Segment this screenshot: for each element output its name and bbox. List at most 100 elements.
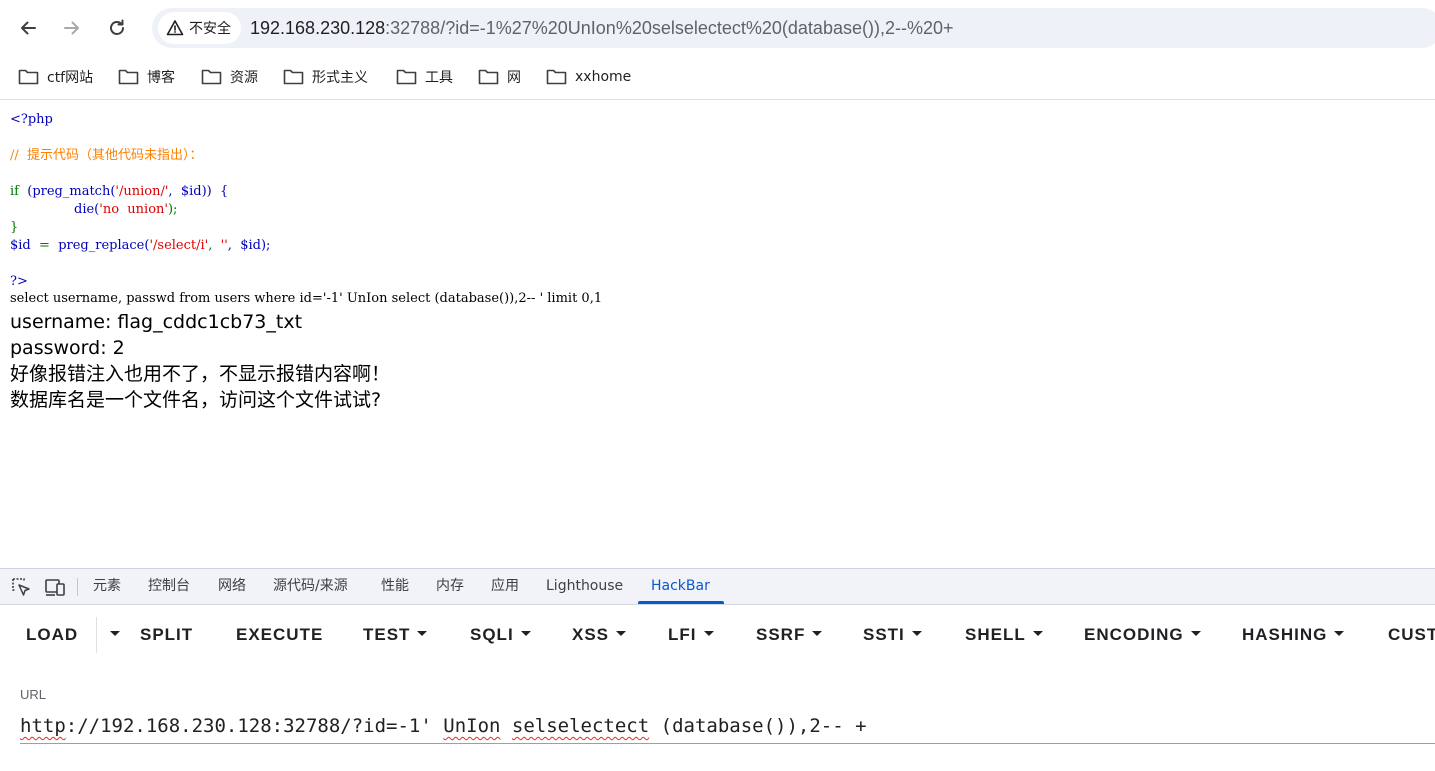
- forward-button[interactable]: [54, 10, 90, 46]
- bookmark-label: 工具: [425, 70, 453, 86]
- browser-toolbar: 不安全 192.168.230.128:32788/?id=-1%27%20Un…: [0, 0, 1435, 56]
- url-text[interactable]: 192.168.230.128:32788/?id=-1%27%20UnIon%…: [250, 17, 954, 39]
- caret-down-icon: [1032, 631, 1043, 637]
- code-replace-pattern: '/select/i': [149, 238, 209, 253]
- url-field-value: http://192.168.230.128:32788/?id=-1' UnI…: [20, 713, 867, 739]
- caret-down-icon: [703, 631, 714, 637]
- code-comment: // 提示代码（其他代码未指出）：: [10, 148, 203, 163]
- folder-icon: [201, 69, 222, 85]
- custom-menu[interactable]: CUST: [1388, 623, 1435, 647]
- hashing-label: HASHING: [1242, 625, 1328, 644]
- back-button[interactable]: [10, 10, 46, 46]
- encoding-label: ENCODING: [1084, 625, 1184, 644]
- ssrf-menu[interactable]: SSRF: [756, 623, 823, 647]
- url-scheme: http: [20, 715, 66, 737]
- ssti-label: SSTI: [863, 625, 905, 644]
- folder-icon: [18, 69, 39, 85]
- code-replace-tail: , $id);: [227, 238, 271, 253]
- tab-network[interactable]: 网络: [218, 569, 246, 604]
- bookmark-label: ctf网站: [47, 70, 94, 86]
- code-if-line: if (preg_match('/union/', $id)) {: [10, 183, 228, 201]
- load-dropdown-button[interactable]: [103, 623, 120, 647]
- split-button[interactable]: SPLIT: [140, 623, 193, 647]
- caret-down-icon: [812, 631, 823, 637]
- warning-icon: [166, 20, 184, 36]
- bookmark-xxhome[interactable]: xxhome: [546, 64, 631, 90]
- hashing-menu[interactable]: HASHING: [1242, 623, 1345, 647]
- security-label: 不安全: [189, 21, 231, 37]
- load-split-divider: [96, 617, 97, 653]
- sqli-label: SQLI: [470, 625, 514, 644]
- code-if-tail: , $id)) {: [168, 184, 229, 199]
- load-button[interactable]: LOAD: [26, 623, 78, 647]
- sql-query: select username, passwd from users where…: [10, 291, 603, 306]
- active-tab-indicator: [638, 601, 724, 604]
- inspect-element-icon[interactable]: [10, 576, 32, 598]
- bookmark-resources[interactable]: 资源: [201, 64, 258, 90]
- tab-elements[interactable]: 元素: [93, 569, 121, 604]
- shell-menu[interactable]: SHELL: [965, 623, 1043, 647]
- caret-down-icon: [1334, 631, 1345, 637]
- code-replace-fn: preg_replace(: [58, 238, 150, 253]
- bookmark-formalism[interactable]: 形式主义: [283, 64, 368, 90]
- code-die-close: );: [167, 202, 178, 217]
- bookmark-label: 博客: [147, 70, 175, 86]
- bookmark-tools[interactable]: 工具: [396, 64, 453, 90]
- url-space: [500, 715, 511, 737]
- code-replace-sep: ,: [208, 238, 221, 253]
- ssrf-label: SSRF: [756, 625, 806, 644]
- code-die-string: 'no union': [99, 202, 168, 217]
- tab-sources[interactable]: 源代码/来源: [273, 569, 348, 604]
- execute-button[interactable]: EXECUTE: [236, 623, 323, 647]
- bookmark-ctf[interactable]: ctf网站: [18, 64, 93, 90]
- url-host-query: ://192.168.230.128:32788/?id=-1': [65, 715, 444, 737]
- xss-menu[interactable]: XSS: [572, 623, 627, 647]
- folder-icon: [478, 69, 499, 85]
- tab-performance[interactable]: 性能: [381, 569, 409, 604]
- caret-down-icon: [417, 631, 428, 637]
- tab-console[interactable]: 控制台: [148, 569, 190, 604]
- device-toolbar-icon[interactable]: [44, 576, 66, 598]
- url-field-label: URL: [20, 687, 47, 702]
- lfi-menu[interactable]: LFI: [668, 623, 714, 647]
- xss-label: XSS: [572, 625, 610, 644]
- caret-down-icon: [1190, 631, 1201, 637]
- encoding-menu[interactable]: ENCODING: [1084, 623, 1201, 647]
- caret-down-icon: [110, 631, 120, 637]
- ssti-menu[interactable]: SSTI: [863, 623, 922, 647]
- tab-lighthouse[interactable]: Lighthouse: [546, 569, 623, 604]
- folder-icon: [118, 69, 139, 85]
- caret-down-icon: [520, 631, 531, 637]
- caret-down-icon: [911, 631, 922, 637]
- security-chip[interactable]: 不安全: [158, 12, 241, 44]
- bookmark-net[interactable]: 网: [478, 64, 521, 90]
- code-replace-empty: '': [220, 238, 228, 253]
- code-assign-line: $id = preg_replace('/select/i', '', $id)…: [10, 237, 270, 255]
- php-close-tag: ?>: [10, 274, 28, 289]
- tab-hackbar[interactable]: HackBar: [651, 569, 710, 604]
- code-assign-eq: =: [30, 238, 59, 253]
- devtools-tab-bar: 元素 控制台 网络 源代码/来源 性能 内存 应用 Lighthouse Hac…: [0, 569, 1435, 605]
- url-textarea[interactable]: http://192.168.230.128:32788/?id=-1' UnI…: [20, 711, 1435, 744]
- reload-icon: [110, 19, 124, 35]
- hint-line-1: 好像报错注入也用不了，不显示报错内容啊！: [10, 363, 391, 385]
- url-host: 192.168.230.128: [250, 18, 386, 38]
- lfi-label: LFI: [668, 625, 697, 644]
- caret-down-icon: [616, 631, 627, 637]
- code-if-pattern: '/union/': [115, 184, 169, 199]
- password-output: password: 2: [10, 337, 125, 359]
- reload-button[interactable]: [99, 10, 135, 46]
- address-bar[interactable]: 不安全 192.168.230.128:32788/?id=-1%27%20Un…: [152, 8, 1435, 48]
- folder-icon: [396, 69, 417, 85]
- test-menu[interactable]: TEST: [363, 623, 428, 647]
- sqli-menu[interactable]: SQLI: [470, 623, 531, 647]
- arrow-right-icon: [64, 21, 79, 35]
- tab-application[interactable]: 应用: [491, 569, 519, 604]
- tab-memory[interactable]: 内存: [436, 569, 464, 604]
- code-brace: }: [10, 220, 19, 235]
- bookmark-blog[interactable]: 博客: [118, 64, 175, 90]
- shell-label: SHELL: [965, 625, 1026, 644]
- code-die-fn: die(: [74, 202, 100, 217]
- bookmark-label: 形式主义: [312, 70, 368, 86]
- devtools-panel: 元素 控制台 网络 源代码/来源 性能 内存 应用 Lighthouse Hac…: [0, 568, 1435, 771]
